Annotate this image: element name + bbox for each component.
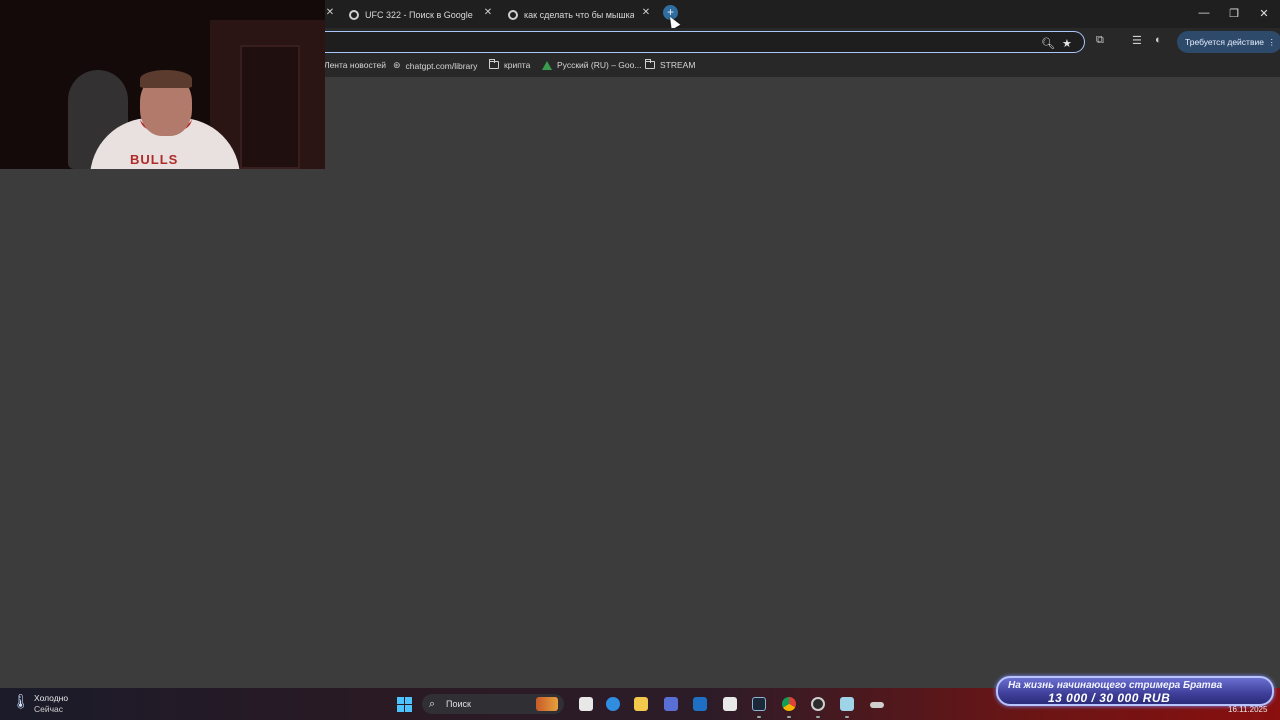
close-button[interactable]: ✕ [1257,7,1271,20]
tab-close-icon[interactable]: ✕ [325,8,335,18]
bookmark-chatgpt[interactable]: ⊛ chatgpt.com/library [393,60,477,71]
screen: ✕ UFC 322 - Поиск в Google ✕ как сделать… [0,0,1280,720]
menu-dots-icon: ⋮ [1267,37,1276,47]
donation-goal-amount: 13 000 / 30 000 RUB [1048,691,1171,705]
tab-mouse[interactable]: как сделать что бы мышка не [508,4,634,26]
action-required-label: Требуется действие [1185,37,1264,47]
system-date[interactable]: 16.11.2025 [1228,705,1267,714]
search-highlights-icon[interactable] [536,697,558,711]
app-window-icon[interactable] [840,697,854,711]
action-required-button[interactable]: Требуется действие ⋮ [1177,31,1280,53]
tab-ufc[interactable]: UFC 322 - Поиск в Google [349,4,479,26]
weather-condition: Холодно [34,693,69,703]
google-icon [508,10,518,20]
donation-goal-banner: На жизнь начинающего стримера Братва 13 … [996,676,1274,706]
donation-goal-title: На жизнь начинающего стримера Братва [1008,680,1223,691]
bookmark-label: Русский (RU) – Goo... [557,60,642,70]
room-door [240,45,300,169]
task-view-icon[interactable] [579,697,593,711]
steam-icon[interactable] [752,697,766,711]
bookmark-label: chatgpt.com/library [405,60,478,71]
outlook-icon[interactable] [693,697,707,711]
search-icon: ⌕ [429,698,436,710]
running-indicator [816,716,820,718]
running-indicator [845,716,849,718]
thermometer-icon: 🌡︎ [12,693,30,709]
folder-icon [645,59,655,69]
reading-list-icon[interactable]: ☰ [1132,34,1142,47]
weather-time: Сейчас [34,704,64,714]
bookmark-google-drive[interactable]: Русский (RU) – Goo... [542,60,641,70]
restore-button[interactable]: ❐ [1227,7,1241,20]
person-hair [140,70,192,88]
address-bar[interactable]: 🔍︎ ★ [324,31,1085,53]
zoom-icon[interactable]: 🔍︎ [1041,37,1055,50]
microsoft-store-icon[interactable] [664,697,678,711]
google-drive-icon [542,60,552,70]
tab-close-icon[interactable]: ✕ [641,8,651,18]
performance-icon[interactable]: ◐ [1155,34,1162,46]
jersey-text: BULLS [130,152,179,167]
webcam-overlay: BULLS [0,0,325,169]
bookmark-news[interactable]: Лента новостей [324,60,386,70]
tab-title: как сделать что бы мышка не [524,10,634,20]
edge-icon[interactable] [606,697,620,711]
windows-start-icon[interactable] [397,697,412,712]
obs-icon[interactable] [811,697,825,711]
bookmark-label: крипта [504,60,531,70]
bookmark-star-icon[interactable]: ★ [1062,37,1072,50]
openai-icon: ⊛ [393,60,401,70]
app-icon[interactable] [870,702,884,708]
tab-title: UFC 322 - Поиск в Google [365,10,473,20]
google-icon [349,10,359,20]
bookmark-folder-stream[interactable]: STREAM [645,59,696,70]
bookmark-label: Лента новостей [324,60,386,70]
tab-close-icon[interactable]: ✕ [483,8,493,18]
folder-icon [489,59,499,69]
running-indicator [757,716,761,718]
chrome-icon[interactable] [782,697,796,711]
running-indicator [787,716,791,718]
extensions-icon[interactable]: ⧉ [1096,34,1104,47]
search-placeholder: Поиск [446,699,471,709]
bookmark-folder-crypto[interactable]: крипта [489,59,531,70]
capcut-icon[interactable] [723,697,737,711]
file-explorer-icon[interactable] [634,697,648,711]
minimize-button[interactable]: — [1197,7,1211,19]
bookmark-label: STREAM [660,60,696,70]
